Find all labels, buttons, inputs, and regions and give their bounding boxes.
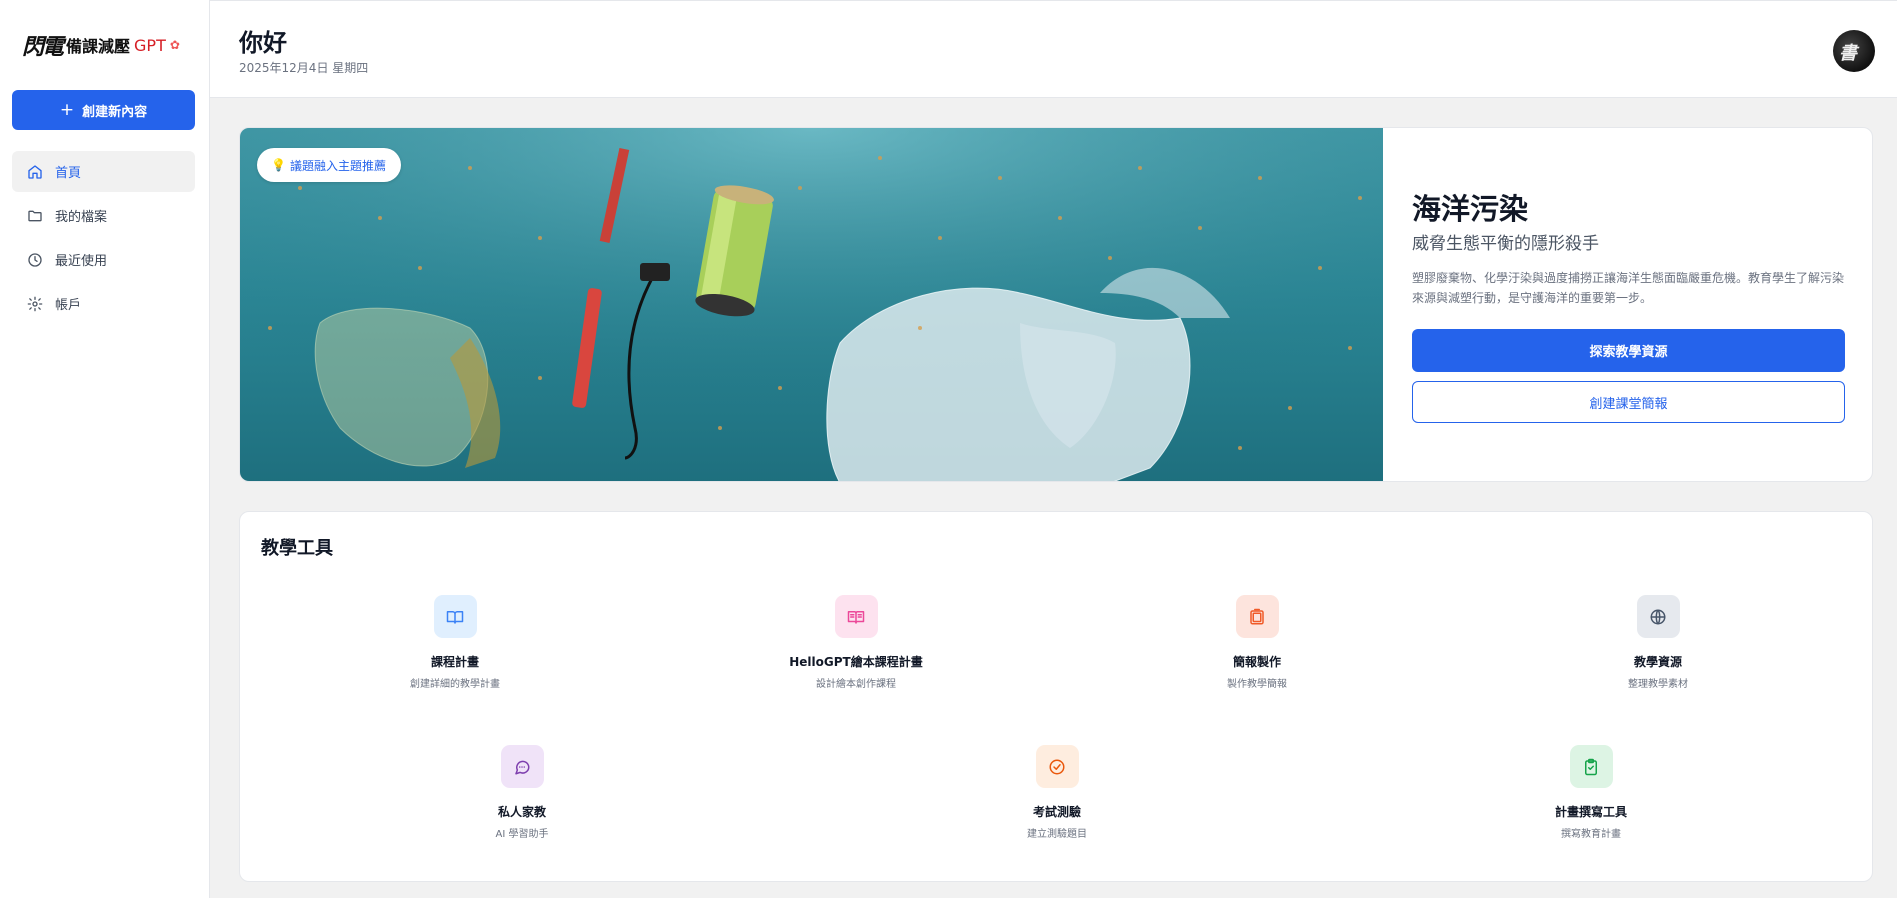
tool-private-tutor[interactable]: 私人家教 AI 學習助手 (392, 745, 652, 840)
book-open-icon (446, 610, 464, 624)
sidebar-item-label: 最近使用 (55, 254, 108, 269)
hero-description: 塑膠廢棄物、化學汙染與過度捕撈正讓海洋生態面臨嚴重危機。教育學生了解污染來源與減… (1412, 271, 1845, 305)
lightbulb-icon: 💡 (271, 158, 286, 172)
top-header: 你好 2025年12月4日 星期四 書 (210, 0, 1897, 98)
tool-exam-quiz[interactable]: 考試測驗 建立測驗題目 (927, 745, 1187, 840)
tool-presentation[interactable]: 簡報製作 製作教學簡報 (1127, 595, 1387, 690)
sidebar-item-account[interactable]: 帳戶 (12, 283, 195, 324)
current-date: 2025年12月4日 星期四 (239, 61, 369, 75)
sidebar-item-recent[interactable]: 最近使用 (12, 239, 195, 280)
create-new-label: 創建新內容 (82, 104, 148, 120)
gear-icon (27, 296, 43, 311)
sidebar-item-my-files[interactable]: 我的檔案 (12, 195, 195, 236)
slides-icon (1250, 608, 1264, 624)
avatar-glyph: 書 (1839, 43, 1857, 64)
plus-icon: + (59, 100, 75, 120)
tool-icon-box (1636, 595, 1680, 638)
sidebar-item-label: 帳戶 (55, 298, 82, 313)
tool-desc: AI 學習助手 (495, 829, 549, 840)
tool-desc: 設計繪本創作課程 (816, 679, 896, 690)
home-icon (28, 164, 42, 179)
hero-banner: 💡 議題融入主題推薦 海洋污染 威脅生態平衡的隱形殺手 塑膠廢棄物、化學汙染與過… (239, 127, 1873, 482)
logo-flower-icon: ✿ (169, 38, 180, 52)
hero-content: 海洋污染 威脅生態平衡的隱形殺手 塑膠廢棄物、化學汙染與過度捕撈正讓海洋生態面臨… (1412, 128, 1852, 481)
ocean-pollution-image: 💡 議題融入主題推薦 (240, 128, 1383, 481)
sidebar-item-label: 首頁 (55, 166, 82, 181)
tool-name: 私人家教 (497, 805, 546, 819)
folder-icon (28, 210, 42, 221)
tool-desc: 撰寫教育計畫 (1561, 829, 1621, 840)
explore-resources-button[interactable]: 探索教學資源 (1412, 329, 1845, 372)
tool-desc: 創建詳細的教學計畫 (410, 679, 500, 690)
check-circle-icon (1049, 759, 1065, 774)
picture-book-icon (847, 610, 865, 624)
teaching-tools-panel: 教學工具 課程計畫 創建詳細的教學計畫 HelloGPT繪本課程計畫 設計繪本創… (239, 511, 1873, 882)
tool-name: 教學資源 (1633, 655, 1682, 669)
sidebar: 閃電 備課減壓 GPT ✿ + 創建新內容 首頁 我的檔案 最近使用 帳戶 (0, 0, 210, 898)
tool-desc: 整理教學素材 (1628, 679, 1688, 690)
sidebar-item-home[interactable]: 首頁 (12, 151, 195, 192)
sidebar-nav: 首頁 我的檔案 最近使用 帳戶 (12, 151, 195, 327)
tool-lesson-plan[interactable]: 課程計畫 創建詳細的教學計畫 (325, 595, 585, 690)
tool-icon-box (1569, 745, 1613, 788)
topic-tag-label: 議題融入主題推薦 (289, 158, 386, 173)
tool-teaching-resources[interactable]: 教學資源 整理教學素材 (1528, 595, 1788, 690)
create-presentation-button[interactable]: 創建課堂簡報 (1412, 381, 1845, 423)
avatar[interactable]: 書 (1833, 30, 1875, 72)
tool-name: HelloGPT繪本課程計畫 (789, 655, 923, 669)
logo-text: 備課減壓 (66, 37, 131, 56)
logo-gpt: GPT (134, 35, 166, 55)
chat-icon (515, 760, 530, 774)
teaching-tools-title: 教學工具 (261, 538, 333, 559)
tool-icon-box (1235, 595, 1279, 638)
tool-desc: 建立測驗題目 (1027, 829, 1087, 840)
tool-desc: 製作教學簡報 (1227, 679, 1287, 690)
tool-plan-writing[interactable]: 計畫撰寫工具 撰寫教育計畫 (1461, 745, 1721, 840)
tool-icon-box (500, 745, 544, 788)
tool-name: 簡報製作 (1232, 655, 1281, 669)
tool-picture-book-plan[interactable]: HelloGPT繪本課程計畫 設計繪本創作課程 (726, 595, 986, 690)
greeting-title: 你好 (239, 29, 287, 57)
globe-icon (1650, 609, 1666, 624)
topic-recommendation-tag: 💡 議題融入主題推薦 (257, 148, 401, 182)
tool-icon-box (1035, 745, 1079, 788)
clipboard-check-icon (1585, 758, 1597, 775)
underwater-illustration (240, 128, 1383, 481)
tool-icon-box (834, 595, 878, 638)
tool-name: 計畫撰寫工具 (1554, 805, 1627, 819)
hero-subtitle: 威脅生態平衡的隱形殺手 (1412, 234, 1599, 254)
app-logo[interactable]: 閃電 備課減壓 GPT ✿ (22, 28, 180, 62)
logo-mark: 閃電 (22, 34, 64, 60)
tool-name: 課程計畫 (430, 655, 479, 669)
hero-title: 海洋污染 (1412, 192, 1529, 226)
tool-icon-box (433, 595, 477, 638)
sidebar-item-label: 我的檔案 (55, 210, 108, 225)
tool-name: 考試測驗 (1032, 805, 1081, 819)
clock-icon (28, 252, 42, 267)
create-new-button[interactable]: + 創建新內容 (12, 90, 195, 130)
